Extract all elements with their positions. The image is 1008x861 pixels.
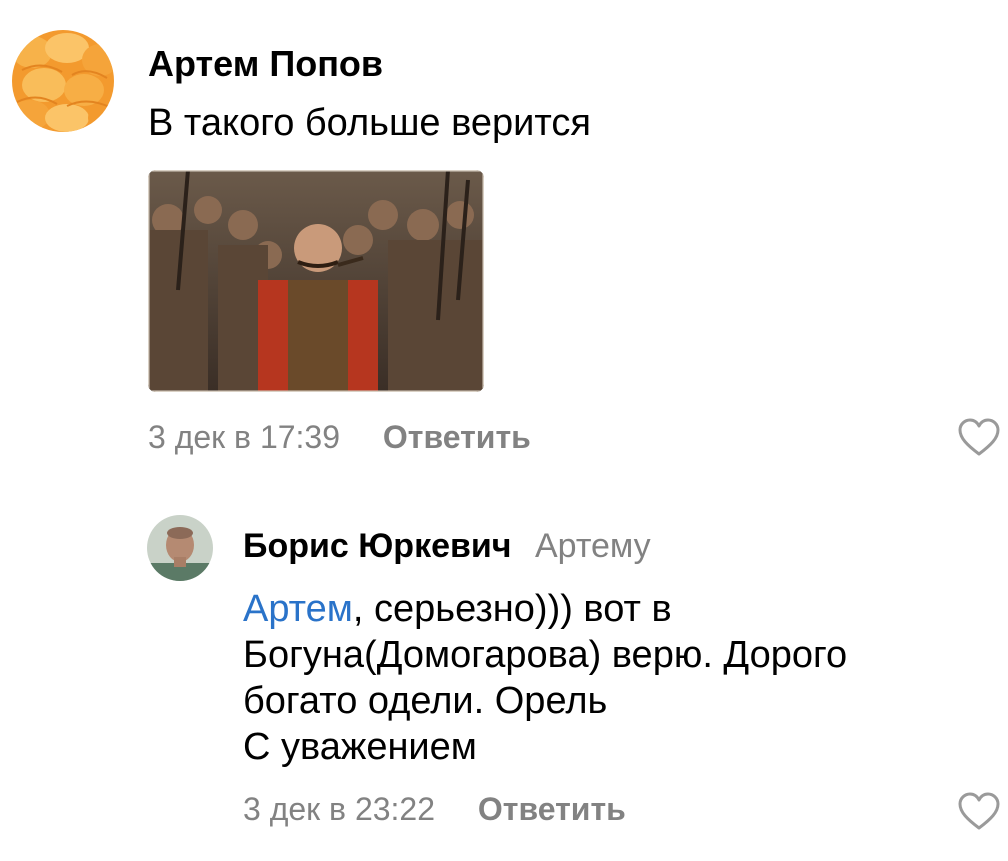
reply-button[interactable]: Ответить <box>478 791 626 827</box>
reply-button[interactable]: Ответить <box>383 419 531 455</box>
comment-text-line: Богуна(Домогарова) верю. Дорого <box>243 634 848 676</box>
comment-author[interactable]: Артем Попов <box>148 43 383 85</box>
author-name[interactable]: Артем Попов <box>148 43 383 84</box>
comments-thread: Артем Попов В такого больше верится 3 де… <box>0 0 1008 861</box>
comment-text-content: В такого больше верится <box>148 102 591 144</box>
comment-photo-attachment[interactable] <box>148 170 484 392</box>
heart-outline-icon[interactable] <box>957 418 1001 458</box>
comment-text: Артем, серьезно))) вот в Богуна(Домогаро… <box>243 586 983 770</box>
author-avatar[interactable] <box>147 515 213 581</box>
comment-text-line: С уважением <box>243 726 477 768</box>
author-avatar[interactable] <box>12 30 114 132</box>
comment-text-content: , серьезно))) вот в <box>352 588 672 630</box>
heart-outline-icon[interactable] <box>957 792 1001 832</box>
comment-text: В такого больше верится <box>148 100 968 146</box>
comment-meta: 3 дек в 23:22 Ответить <box>243 791 626 828</box>
comment-text-line: богато одели. Орель <box>243 680 608 722</box>
comment-meta: 3 дек в 17:39 Ответить <box>148 419 531 456</box>
comment-author[interactable]: Борис Юркевич Артему <box>243 527 651 566</box>
comment-date[interactable]: 3 дек в 23:22 <box>243 791 435 827</box>
comment-text-line: Артем, серьезно))) вот в <box>243 586 983 632</box>
mention-link[interactable]: Артем <box>243 588 353 630</box>
comment-date[interactable]: 3 дек в 17:39 <box>148 419 340 455</box>
reply-to-label[interactable]: Артему <box>535 527 651 565</box>
author-name[interactable]: Борис Юркевич <box>243 527 512 565</box>
